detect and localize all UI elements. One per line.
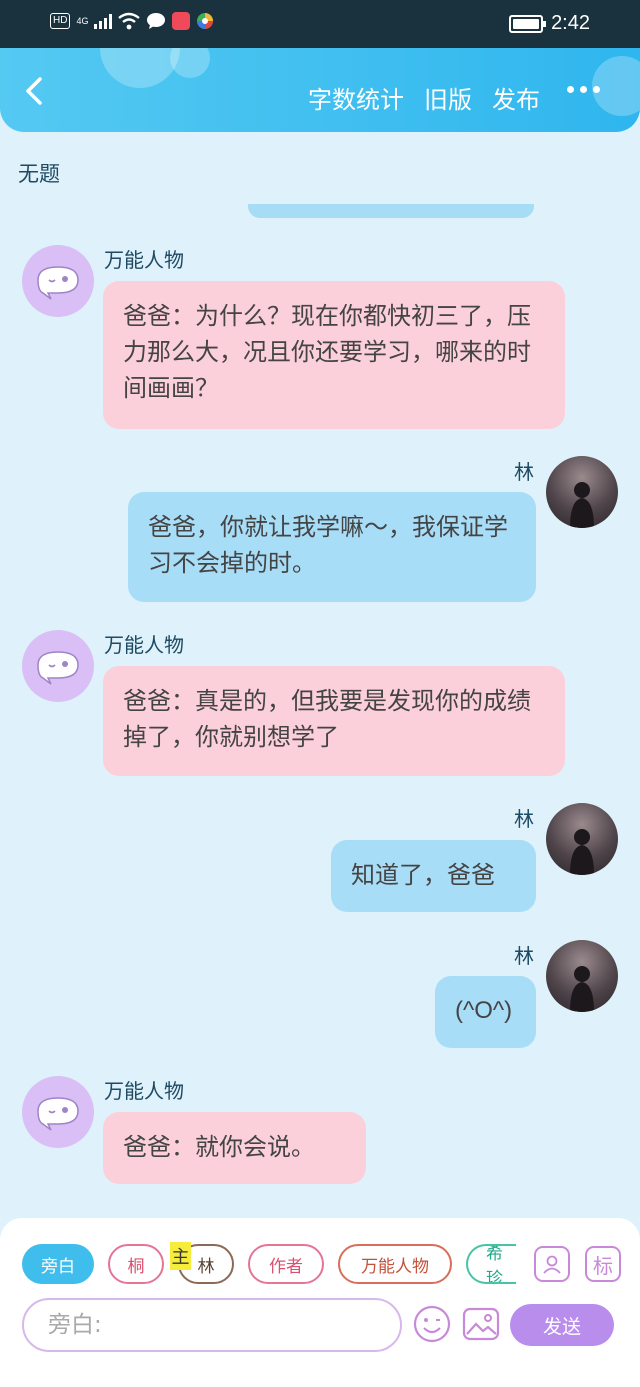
message-bubble[interactable]: 爸爸：为什么？现在你都快初三了，压力那么大，况且你还要学习，哪来的时间画画？: [103, 281, 565, 429]
more-icon[interactable]: [567, 86, 600, 93]
add-role-button[interactable]: [534, 1246, 570, 1282]
book-app-icon: [172, 12, 191, 30]
old-version-button[interactable]: 旧版: [424, 80, 472, 115]
sender-name: 万能人物: [104, 248, 184, 272]
back-icon[interactable]: [18, 74, 52, 108]
message-input-wrapper: [22, 1298, 402, 1352]
role-chip-xizhen[interactable]: 希珍: [466, 1244, 516, 1284]
avatar-npc[interactable]: [22, 630, 94, 702]
person-icon: [543, 1255, 561, 1274]
header-actions: 字数统计 旧版 发布: [308, 80, 540, 115]
avatar-lin[interactable]: [546, 803, 618, 875]
emoji-icon[interactable]: [412, 1304, 452, 1344]
sender-name: 林: [514, 807, 534, 831]
girl-silhouette-icon: [570, 829, 594, 875]
role-chip-universal[interactable]: 万能人物: [338, 1244, 452, 1284]
word-count-button[interactable]: 字数统计: [308, 80, 404, 115]
message-bubble[interactable]: 知道了，爸爸: [331, 840, 536, 912]
girl-silhouette-icon: [570, 482, 594, 528]
previous-message-bubble: [248, 204, 534, 218]
sender-name: 万能人物: [104, 633, 184, 657]
decor-bubble: [170, 48, 210, 78]
sender-name: 林: [514, 944, 534, 968]
composer-panel: 旁白 桐 林 主 作者 万能人物 希珍 标 发送: [0, 1218, 640, 1387]
avatar-lin[interactable]: [546, 456, 618, 528]
status-right: 2:42: [509, 12, 590, 35]
chat-bubble-icon: [37, 266, 79, 300]
message-bubble[interactable]: 爸爸，你就让我学嘛～，我保证学习不会掉的时。: [128, 492, 536, 602]
role-chip-author[interactable]: 作者: [248, 1244, 324, 1284]
network-label: 4G: [76, 16, 89, 26]
chat-bubble-icon: [37, 651, 79, 685]
avatar-npc[interactable]: [22, 245, 94, 317]
battery-icon: [509, 14, 547, 33]
image-icon[interactable]: [461, 1304, 501, 1344]
hd-badge: HD: [50, 13, 71, 29]
wifi-icon: [118, 12, 141, 30]
avatar-npc[interactable]: [22, 1076, 94, 1148]
role-chip-tong[interactable]: 桐: [108, 1244, 164, 1284]
signal-icon: [94, 13, 113, 29]
send-button[interactable]: 发送: [510, 1304, 614, 1346]
girl-silhouette-icon: [570, 966, 594, 1012]
status-icons: HD 4G: [50, 12, 214, 30]
owner-badge: 主: [170, 1242, 191, 1270]
tag-button[interactable]: 标: [585, 1246, 621, 1282]
message-bubble[interactable]: 爸爸：真是的，但我要是发现你的成绩掉了，你就别想学了: [103, 666, 565, 776]
chat-bubble-icon: [37, 1097, 79, 1131]
message-bubble[interactable]: 爸爸：就你会说。: [103, 1112, 366, 1184]
decor-bubble: [100, 48, 180, 88]
app-header: 字数统计 旧版 发布: [0, 48, 640, 132]
publish-button[interactable]: 发布: [492, 80, 540, 115]
status-bar: HD 4G 2:42: [0, 0, 640, 48]
message-icon: [147, 13, 166, 29]
avatar-lin[interactable]: [546, 940, 618, 1012]
role-chip-narrator[interactable]: 旁白: [22, 1244, 94, 1284]
colorful-app-icon: [197, 13, 214, 29]
sender-name: 林: [514, 460, 534, 484]
message-input[interactable]: [24, 1300, 400, 1350]
clock: 2:42: [551, 12, 590, 34]
page-title: 无题: [18, 162, 60, 186]
message-bubble[interactable]: (^O^): [435, 976, 536, 1048]
sender-name: 万能人物: [104, 1079, 184, 1103]
